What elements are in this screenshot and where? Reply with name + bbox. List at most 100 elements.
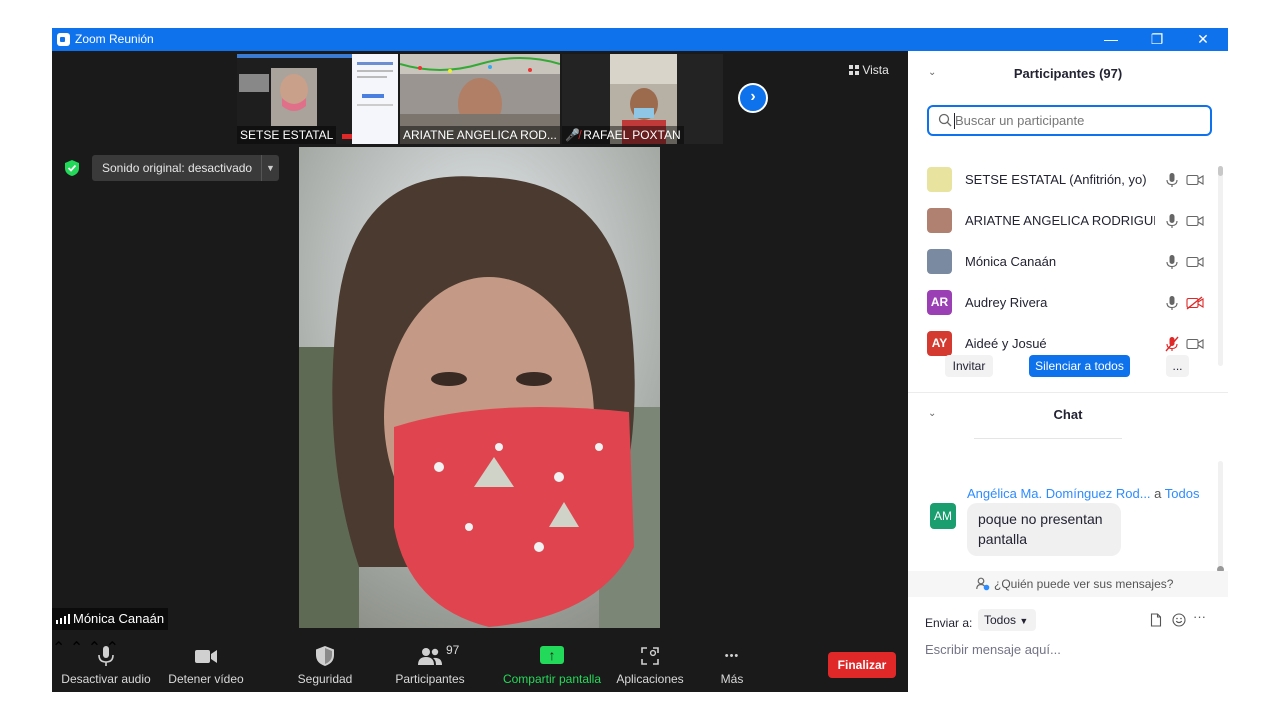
chat-more-icon[interactable]: ··· (1193, 609, 1206, 624)
who-can-see-label: ¿Quién puede ver sus mensajes? (994, 577, 1174, 591)
grid-view-icon (849, 65, 859, 75)
participants-count-badge: 97 (446, 643, 460, 657)
close-button[interactable]: ✕ (1180, 28, 1226, 51)
share-screen-icon: ↑ (540, 646, 564, 664)
participants-icon (418, 648, 442, 665)
original-sound-label: Sonido original: desactivado (102, 161, 253, 175)
security-button[interactable]: Seguridad (290, 638, 360, 692)
participant-search-input[interactable]: Buscar un participante (927, 105, 1212, 136)
end-meeting-button[interactable]: Finalizar (828, 652, 896, 678)
recipient-name[interactable]: Todos (1165, 486, 1200, 501)
participant-list-scrollbar[interactable] (1218, 166, 1223, 366)
section-divider (908, 392, 1228, 393)
share-screen-button[interactable]: ↑ Compartir pantalla (500, 638, 604, 692)
recipient-prefix: a (1154, 486, 1162, 501)
video-camera-icon[interactable] (1186, 173, 1204, 187)
avatar (927, 208, 952, 233)
invite-button[interactable]: Invitar (945, 355, 993, 377)
restore-button[interactable]: ❐ (1134, 28, 1180, 51)
chat-message-input[interactable]: Escribir mensaje aquí... (925, 642, 1061, 657)
participant-name: ARIATNE ANGELICA RODRIGUE... (965, 213, 1155, 228)
side-panel: ⌄ Participantes (97) Buscar un participa… (908, 51, 1228, 692)
chevron-down-icon[interactable]: ▼ (261, 155, 279, 181)
thumbnail-name: SETSE ESTATAL (237, 126, 337, 144)
avatar: AY (927, 331, 952, 356)
avatar (927, 249, 952, 274)
speaker-name-label: Mónica Canaán (52, 608, 169, 630)
more-options-button[interactable]: ... (1166, 355, 1189, 377)
participant-row[interactable]: SETSE ESTATAL (Anfitrión, yo) (908, 160, 1218, 201)
chat-panel-title: Chat (1053, 407, 1083, 422)
message-visibility-info[interactable]: ¿Quién puede ver sus mensajes? (908, 571, 1228, 597)
sender-name[interactable]: Angélica Ma. Domínguez Rod... (967, 486, 1151, 501)
file-icon[interactable] (1149, 613, 1163, 627)
microphone-icon[interactable] (1165, 295, 1179, 311)
chevron-down-icon: ▼ (1019, 616, 1029, 626)
search-placeholder: Buscar un participante (955, 113, 1085, 128)
thumbnail-name: 🎤̸ RAFAEL POXTAN (562, 126, 684, 144)
muted-mic-icon: 🎤̸ (565, 128, 580, 142)
more-label: Más (720, 672, 744, 686)
thumbnail-setse-estatal[interactable]: SETSE ESTATAL (237, 54, 398, 144)
next-page-arrow-icon[interactable]: › (738, 83, 768, 113)
apps-button[interactable]: Aplicaciones (612, 638, 688, 692)
participant-name: Mónica Canaán (965, 254, 1057, 269)
avatar: AM (930, 503, 956, 529)
microphone-icon[interactable] (1165, 172, 1179, 188)
participants-button[interactable]: 97 Participantes (390, 638, 470, 692)
muted-microphone-icon[interactable] (1165, 336, 1179, 352)
stop-video-button[interactable]: Detener vídeo (166, 638, 246, 692)
person-visibility-icon (976, 577, 990, 591)
thumbnail-name: ARIATNE ANGELICA ROD... (400, 126, 560, 144)
participants-panel-title: Participantes (97) (1013, 66, 1123, 81)
send-to-dropdown[interactable]: Todos ▼ (978, 609, 1036, 631)
participants-label: Participantes (395, 672, 465, 686)
video-camera-icon[interactable] (1186, 255, 1204, 269)
minimize-button[interactable]: — (1088, 28, 1134, 51)
chat-separator (974, 438, 1122, 439)
more-dots-icon: ••• (724, 650, 740, 662)
active-speaker-video (299, 147, 660, 628)
meeting-area: SETSE ESTATAL ARIATNE ANGELICA ROD... 🎤̸… (52, 51, 908, 692)
video-camera-icon (195, 650, 217, 663)
send-to-value: Todos (984, 613, 1017, 627)
zoom-app-icon (57, 33, 70, 46)
chat-scrollbar[interactable] (1217, 461, 1224, 573)
participant-name: Audrey Rivera (965, 295, 1048, 310)
avatar (927, 167, 952, 192)
participant-name: Aideé y Josué (965, 336, 1047, 351)
video-feed-monica (299, 147, 660, 628)
view-button[interactable]: Vista (849, 63, 889, 77)
microphone-icon (98, 646, 114, 666)
original-sound-toggle[interactable]: Sonido original: desactivado ▼ (92, 155, 279, 181)
video-camera-icon[interactable] (1186, 337, 1204, 351)
participant-name: SETSE ESTATAL (Anfitrión, yo) (965, 172, 1147, 187)
participant-row[interactable]: ARIATNE ANGELICA RODRIGUE... (908, 201, 1218, 242)
mute-audio-button[interactable]: Desactivar audio (60, 638, 152, 692)
video-camera-icon[interactable] (1186, 214, 1204, 228)
participant-row[interactable]: Mónica Canaán (908, 242, 1218, 283)
encryption-shield-icon[interactable] (64, 159, 80, 177)
share-screen-label: Compartir pantalla (502, 672, 602, 686)
thumbnail-rafael[interactable]: 🎤̸ RAFAEL POXTAN (562, 54, 723, 144)
send-to-label: Enviar a: (925, 616, 973, 630)
avatar: AR (927, 290, 952, 315)
message-sender: Angélica Ma. Domínguez Rod... a Todos (967, 486, 1200, 501)
view-button-label: Vista (862, 63, 889, 77)
microphone-icon[interactable] (1165, 213, 1179, 229)
mute-audio-label: Desactivar audio (61, 672, 151, 686)
participant-row[interactable]: AR Audrey Rivera (908, 283, 1218, 324)
zoom-window: Zoom Reunión — ❐ ✕ SETSE ESTATAL ARIATNE… (52, 28, 1228, 692)
search-icon (938, 113, 952, 127)
thumbnail-ariatne[interactable]: ARIATNE ANGELICA ROD... (400, 54, 560, 144)
meeting-toolbar: Desactivar audio ⌃ Detener vídeo ⌃ Segur… (52, 638, 908, 692)
connection-signal-icon (56, 614, 70, 624)
microphone-icon[interactable] (1165, 254, 1179, 270)
more-button[interactable]: ••• Más (707, 638, 757, 692)
emoji-icon[interactable] (1172, 613, 1186, 627)
mute-all-button[interactable]: Silenciar a todos (1029, 355, 1130, 377)
security-label: Seguridad (297, 672, 353, 686)
chat-message-bubble: poque no presentan pantalla (967, 503, 1121, 556)
apps-label: Aplicaciones (616, 672, 684, 686)
video-off-icon[interactable] (1186, 296, 1204, 310)
